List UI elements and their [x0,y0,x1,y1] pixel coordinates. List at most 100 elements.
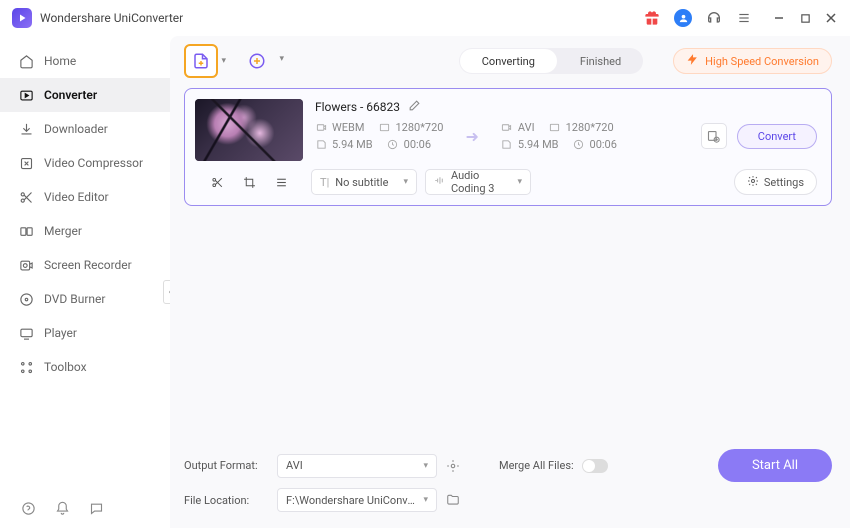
highspeed-toggle[interactable]: High Speed Conversion [673,48,832,74]
subtitle-icon: T| [320,176,329,189]
menu-icon[interactable] [736,10,752,26]
gear-icon [747,175,759,190]
sidebar-item-label: Converter [44,88,97,102]
tab-finished[interactable]: Finished [558,48,643,74]
bell-icon[interactable] [54,500,70,516]
gift-icon[interactable] [644,10,660,26]
dst-format: AVI [518,121,535,134]
arrow-icon: ➜ [465,127,478,146]
feedback-icon[interactable] [88,500,104,516]
video-icon [315,122,327,134]
audio-value: Audio Coding 3 [451,169,511,195]
sidebar: Home Converter Downloader Video Compress… [0,36,170,528]
user-icon[interactable] [674,9,692,27]
chevron-down-icon: ▾ [423,495,428,505]
dst-duration: 00:06 [590,138,617,151]
video-thumbnail[interactable] [195,99,303,161]
merge-label: Merge All Files: [499,459,574,472]
subtitle-select[interactable]: T| No subtitle ▾ [311,169,417,195]
file-card: Flowers - 66823 WEBM 1280*720 5.94 MB 00… [184,88,832,206]
file-settings-button[interactable]: Settings [734,169,817,195]
clock-icon [387,139,399,151]
format-settings-icon[interactable] [445,458,461,474]
app-title: Wondershare UniConverter [40,11,636,25]
sidebar-item-label: Video Compressor [44,156,143,170]
toolbox-icon [18,359,34,375]
output-format-value: AVI [286,459,303,472]
close-button[interactable] [824,11,838,25]
convert-button[interactable]: Convert [737,124,817,149]
add-url-button[interactable]: ▾ [240,44,274,78]
recorder-icon [18,257,34,273]
sidebar-item-label: Merger [44,224,82,238]
src-format: WEBM [332,121,364,134]
sidebar-item-recorder[interactable]: Screen Recorder [0,248,170,282]
dst-resolution: 1280*720 [566,121,614,134]
tab-converting[interactable]: Converting [460,49,557,73]
scissors-icon [18,189,34,205]
sidebar-item-converter[interactable]: Converter [0,78,170,112]
bolt-icon [686,53,699,69]
sidebar-item-label: Toolbox [44,360,87,374]
size-icon [501,139,513,151]
sidebar-item-label: DVD Burner [44,292,105,306]
sidebar-item-editor[interactable]: Video Editor [0,180,170,214]
resolution-icon [378,122,390,134]
list-icon[interactable] [274,175,288,189]
status-tabs: Converting Finished [459,48,643,74]
rename-icon[interactable] [408,99,421,115]
player-icon [18,325,34,341]
output-settings-button[interactable] [701,123,727,149]
size-icon [315,139,327,151]
chevron-down-icon[interactable]: ▾ [279,54,284,64]
support-icon[interactable] [706,10,722,26]
chevron-down-icon: ▾ [423,461,428,471]
chevron-down-icon: ▾ [517,177,522,187]
output-format-select[interactable]: AVI ▾ [277,454,437,478]
output-format-label: Output Format: [184,459,269,472]
disc-icon [18,291,34,307]
chevron-down-icon[interactable]: ▾ [221,56,226,66]
maximize-button[interactable] [798,11,812,25]
sidebar-item-dvdburner[interactable]: DVD Burner [0,282,170,316]
open-folder-icon[interactable] [445,492,461,508]
compressor-icon [18,155,34,171]
sidebar-item-label: Downloader [44,122,108,136]
sidebar-item-toolbox[interactable]: Toolbox [0,350,170,384]
sidebar-item-merger[interactable]: Merger [0,214,170,248]
merge-toggle[interactable] [582,459,608,473]
video-icon [501,122,513,134]
help-icon[interactable] [20,500,36,516]
file-location-value: F:\Wondershare UniConverter [286,494,416,507]
subtitle-value: No subtitle [335,176,397,189]
clock-icon [573,139,585,151]
dst-size: 5.94 MB [518,138,559,151]
converter-icon [18,87,34,103]
file-location-select[interactable]: F:\Wondershare UniConverter ▾ [277,488,437,512]
minimize-button[interactable] [772,11,786,25]
add-file-button[interactable]: ▾ [184,44,218,78]
audio-select[interactable]: Audio Coding 3 ▾ [425,169,531,195]
start-all-button[interactable]: Start All [718,449,832,482]
home-icon [18,53,34,69]
app-logo [12,8,32,28]
sidebar-item-label: Screen Recorder [44,258,132,272]
download-icon [18,121,34,137]
trim-icon[interactable] [210,175,224,189]
merger-icon [18,223,34,239]
chevron-down-icon: ▾ [403,177,408,187]
sidebar-item-home[interactable]: Home [0,44,170,78]
sidebar-item-label: Home [44,54,76,68]
sidebar-item-compressor[interactable]: Video Compressor [0,146,170,180]
highspeed-label: High Speed Conversion [705,55,819,68]
sidebar-item-downloader[interactable]: Downloader [0,112,170,146]
crop-icon[interactable] [242,175,256,189]
audio-icon [434,175,445,189]
sidebar-item-label: Player [44,326,77,340]
sidebar-item-player[interactable]: Player [0,316,170,350]
settings-label: Settings [764,176,804,189]
src-duration: 00:06 [404,138,431,151]
sidebar-item-label: Video Editor [44,190,109,204]
src-size: 5.94 MB [332,138,373,151]
resolution-icon [549,122,561,134]
